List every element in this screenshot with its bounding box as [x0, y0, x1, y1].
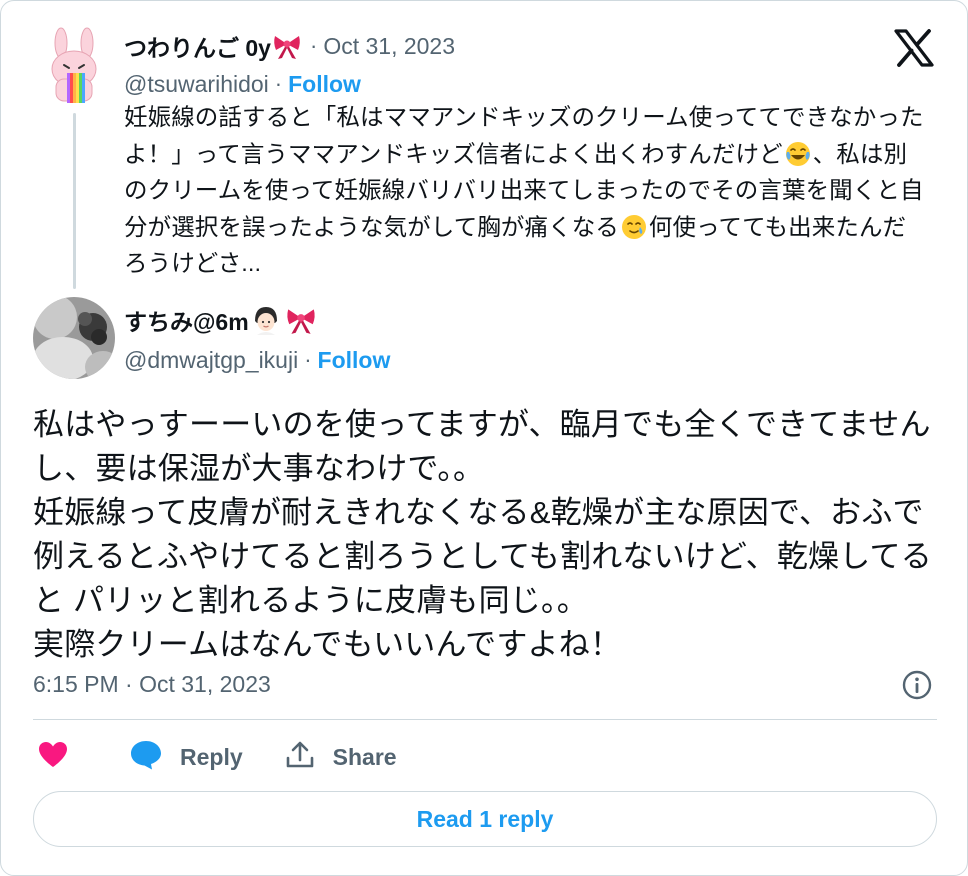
- ribbon-emoji-icon: [285, 305, 317, 335]
- thread-connector-line: [73, 113, 76, 289]
- action-bar: Reply Share: [33, 737, 397, 777]
- divider: [33, 719, 937, 720]
- ribbon-emoji-icon: [272, 32, 302, 60]
- x-logo-icon[interactable]: [894, 29, 934, 67]
- separator-dot: ·: [304, 347, 312, 372]
- info-icon[interactable]: [901, 669, 933, 701]
- parent-follow-button[interactable]: Follow: [288, 71, 361, 98]
- reply-button[interactable]: Reply: [130, 740, 243, 775]
- parent-tweet-text: 妊娠線の話すると「私はママアンドキッズのクリーム使っててできなかったよ！」って言…: [124, 99, 924, 282]
- tears-of-joy-emoji-icon: [785, 141, 811, 167]
- share-button[interactable]: Share: [285, 740, 397, 775]
- parent-handle-row: @tsuwarihidoi · Follow: [124, 69, 361, 99]
- heart-icon: [38, 741, 68, 774]
- tweet-timestamp[interactable]: 6:15 PM · Oct 31, 2023: [33, 671, 271, 698]
- share-icon: [285, 740, 315, 775]
- share-label: Share: [332, 743, 397, 770]
- speech-bubble-icon: [130, 740, 162, 775]
- tweet-embed-card: つわりんご 0y · Oct 31, 2023 @tsuwarihidoi · …: [0, 0, 968, 876]
- read-replies-label: Read 1 reply: [416, 805, 554, 832]
- reply-label: Reply: [180, 743, 243, 770]
- smiling-face-with-tear-emoji-icon: [621, 214, 647, 240]
- parent-display-name[interactable]: つわりんご 0y: [124, 29, 271, 63]
- separator-dot: ·: [274, 71, 283, 96]
- separator-dot: ·: [309, 33, 318, 58]
- read-replies-button[interactable]: Read 1 reply: [33, 791, 937, 847]
- like-button[interactable]: [38, 741, 68, 774]
- main-avatar[interactable]: [33, 297, 115, 379]
- main-display-name[interactable]: すちみ@6m: [124, 303, 249, 337]
- parent-avatar[interactable]: [47, 27, 103, 107]
- baby-emoji-icon: [251, 305, 281, 335]
- main-handle-row: @dmwajtgp_ikuji · Follow: [124, 344, 390, 376]
- parent-date[interactable]: Oct 31, 2023: [323, 33, 455, 60]
- main-handle[interactable]: @dmwajtgp_ikuji: [124, 347, 298, 374]
- parent-handle[interactable]: @tsuwarihidoi: [124, 71, 269, 98]
- parent-author-row: つわりんご 0y · Oct 31, 2023: [124, 29, 455, 63]
- main-author-row: すちみ@6m: [124, 303, 319, 337]
- main-tweet-text: 私はやっすーーいのを使ってますが、臨月でも全くできてませんし、要は保湿が大事なわ…: [33, 407, 932, 662]
- main-follow-button[interactable]: Follow: [318, 347, 391, 374]
